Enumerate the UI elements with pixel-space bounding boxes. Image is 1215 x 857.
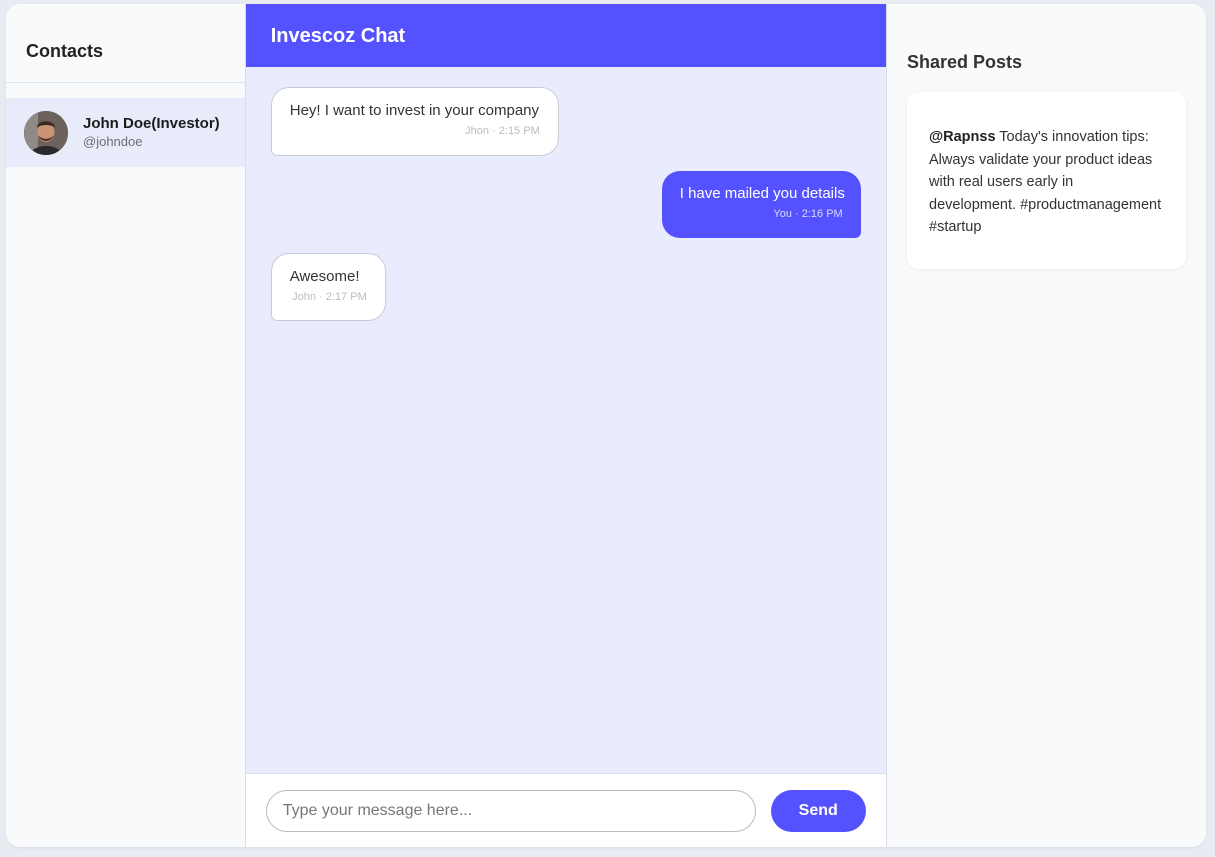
contact-name: John Doe(Investor) [83,114,220,132]
message-meta: Jhon · 2:15 PM [465,125,540,137]
contact-info: John Doe(Investor) @johndoe [83,115,220,151]
message-text: Hey! I want to invest in your company [289,102,540,119]
message-input[interactable] [265,789,756,832]
avatar [24,110,68,155]
message-meta: John · 2:17 PM [292,291,367,303]
send-button[interactable]: Send [770,789,866,832]
message-outgoing: I have mailed you details You · 2:16 PM [661,171,861,238]
chat-title: Invescoz Chat [245,4,886,67]
contacts-title: Contacts [6,4,245,83]
contact-handle: @johndoe [83,133,143,149]
message-text: I have mailed you details [679,185,845,202]
shared-posts-title: Shared Posts [907,52,1023,72]
message-meta: You · 2:16 PM [773,208,843,220]
message-incoming: Hey! I want to invest in your company Jh… [270,87,559,156]
contacts-sidebar: Contacts John Doe(Investor) @johndoe [6,4,246,847]
message-list[interactable]: Hey! I want to invest in your company Jh… [246,67,886,773]
contact-item-john-doe[interactable]: John Doe(Investor) @johndoe [6,98,245,167]
shared-post-card[interactable]: @Rapnss Today's innovation tips: Always … [907,92,1186,269]
message-text: Awesome! [289,268,360,285]
message-incoming: Awesome! John · 2:17 PM [270,253,386,321]
chat-panel: Invescoz Chat Hey! I want to invest in y… [245,4,887,847]
chat-app: Contacts John Doe(Investor) @johndoe Inv… [6,4,1206,847]
message-composer: Send [245,773,886,847]
shared-posts-panel: Shared Posts @Rapnss Today's innovation … [887,4,1206,847]
post-author[interactable]: @Rapnss [929,129,996,145]
